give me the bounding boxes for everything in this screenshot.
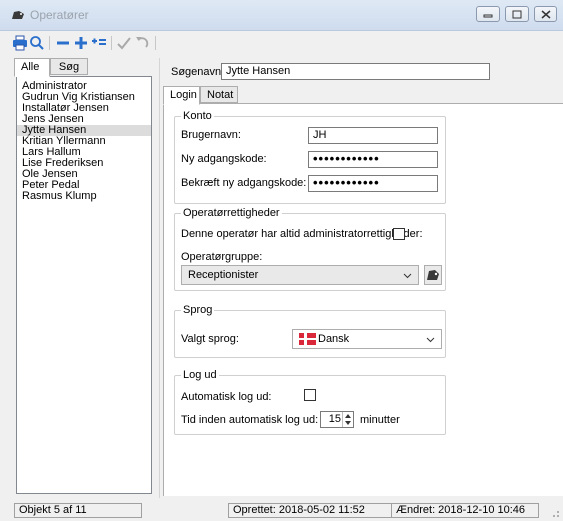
record-status: Objekt 5 af 11 (14, 503, 142, 518)
search-name-input[interactable]: Jytte Hansen (221, 63, 490, 80)
logout-title: Log ud (181, 369, 219, 381)
confirm-password-input[interactable]: •••••••••••• (308, 175, 438, 192)
operator-group-label: Operatørgruppe: (181, 251, 263, 263)
minus-icon[interactable] (55, 35, 71, 51)
admin-rights-checkbox[interactable] (393, 228, 405, 240)
konto-group: Konto Brugernavn: JH Ny adgangskode: •••… (174, 110, 446, 204)
logout-timeout-stepper[interactable]: 15 (320, 411, 354, 428)
operator-group-value: Receptionister (188, 269, 259, 281)
language-label: Valgt sprog: (181, 333, 239, 345)
window-title: Operatører (30, 8, 89, 22)
tab-soeg[interactable]: Søg (50, 58, 88, 75)
maximize-button[interactable] (505, 6, 529, 22)
logout-group: Log ud Automatisk log ud: Tid inden auto… (174, 369, 446, 435)
created-status: Oprettet: 2018-05-02 11:52 (228, 503, 391, 518)
konto-title: Konto (181, 110, 214, 122)
minimize-button[interactable] (476, 6, 500, 22)
group-icon (427, 270, 439, 280)
app-icon (12, 11, 24, 19)
rights-title: Operatørrettigheder (181, 207, 282, 219)
spin-arrows-icon (345, 414, 351, 425)
logout-timeout-unit: minutter (360, 414, 400, 426)
tab-notat[interactable]: Notat (200, 86, 238, 103)
denmark-flag-icon (299, 333, 316, 346)
resize-grip-icon[interactable] (550, 508, 560, 518)
chevron-down-icon (403, 273, 412, 279)
logout-timeout-value: 15 (328, 413, 341, 425)
language-group: Sprog Valgt sprog: Dansk (174, 304, 446, 358)
confirm-password-label: Bekræft ny adgangskode: (181, 177, 307, 189)
status-bar: Objekt 5 af 11 Oprettet: 2018-05-02 11:5… (0, 500, 563, 521)
operator-group-select[interactable]: Receptionister (181, 265, 419, 285)
toolbar-separator (155, 36, 156, 50)
panel-divider (159, 58, 160, 498)
stepper-buttons[interactable] (342, 412, 353, 427)
operators-window: Operatører Alle Søg Administrator Gudrun… (0, 0, 563, 521)
toolbar (0, 31, 563, 55)
toolbar-separator (111, 36, 112, 50)
language-title: Sprog (181, 304, 215, 316)
tab-login[interactable]: Login (163, 86, 200, 105)
username-input[interactable]: JH (308, 127, 438, 144)
admin-rights-label: Denne operatør har altid administratorre… (181, 228, 423, 240)
changed-status: Ændret: 2018-12-10 10:46 (391, 503, 539, 518)
tab-alle[interactable]: Alle (14, 58, 50, 77)
new-password-label: Ny adgangskode: (181, 153, 267, 165)
minimize-icon (483, 14, 493, 18)
checkmark-icon[interactable] (116, 35, 132, 51)
group-button[interactable] (424, 265, 442, 285)
new-password-input[interactable]: •••••••••••• (308, 151, 438, 168)
search-name-label: Søgenavn: (171, 66, 225, 78)
plus-icon[interactable] (73, 35, 89, 51)
print-icon[interactable] (12, 35, 28, 51)
maximize-icon (512, 10, 522, 19)
language-select[interactable]: Dansk (292, 329, 442, 349)
operator-list[interactable]: Administrator Gudrun Vig Kristiansen Ins… (16, 76, 152, 494)
close-button[interactable] (534, 6, 557, 22)
close-icon (541, 10, 551, 19)
undo-icon[interactable] (134, 35, 150, 51)
rights-group: Operatørrettigheder Denne operatør har a… (174, 207, 446, 291)
toolbar-separator (49, 36, 50, 50)
chevron-down-icon (426, 337, 435, 343)
auto-logout-checkbox[interactable] (304, 389, 316, 401)
title-bar[interactable]: Operatører (0, 0, 563, 31)
auto-logout-label: Automatisk log ud: (181, 391, 272, 403)
username-label: Brugernavn: (181, 129, 241, 141)
list-item[interactable]: Rasmus Klump (17, 191, 151, 202)
logout-timeout-label: Tid inden automatisk log ud: (181, 414, 319, 426)
add-multiple-icon[interactable] (91, 35, 107, 51)
login-panel: Konto Brugernavn: JH Ny adgangskode: •••… (163, 103, 563, 496)
language-value: Dansk (318, 333, 350, 345)
search-icon[interactable] (29, 35, 45, 51)
